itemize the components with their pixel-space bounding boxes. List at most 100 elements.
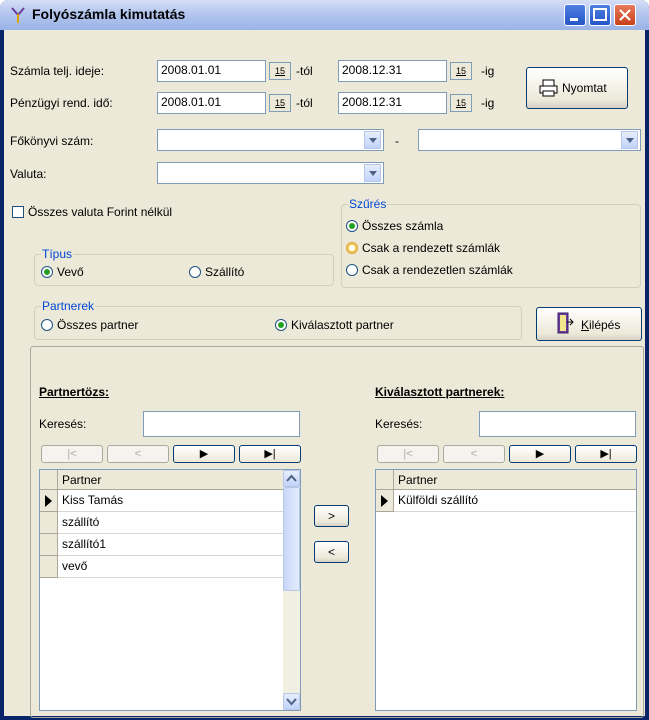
last-icon: ▶|: [264, 448, 276, 460]
filter-settled-radio[interactable]: Csak a rendezett számlák: [346, 241, 500, 255]
grid-header: Partner: [376, 470, 636, 490]
close-button[interactable]: [614, 4, 636, 26]
row-indicator: [376, 490, 394, 512]
partners-group-title: Partnerek: [41, 299, 96, 313]
nav-last-button[interactable]: ▶|: [575, 445, 637, 463]
current-row-icon: [381, 495, 388, 507]
chevron-down-icon[interactable]: [364, 164, 381, 182]
radio-icon: [41, 319, 53, 331]
app-icon: [11, 7, 25, 23]
type-supplier-radio[interactable]: Szállító: [189, 265, 244, 279]
radio-icon: [41, 266, 53, 278]
calendar-icon[interactable]: 15: [450, 94, 472, 112]
current-row-icon: [45, 495, 52, 507]
from-suffix: -tól: [296, 96, 313, 110]
printer-icon: [539, 79, 558, 97]
minimize-button[interactable]: [564, 4, 586, 26]
table-row[interactable]: vevő: [58, 556, 284, 578]
currency-select[interactable]: [157, 162, 384, 184]
nav-first-button[interactable]: |<: [377, 445, 439, 463]
nav-last-button[interactable]: ▶|: [239, 445, 301, 463]
finance-date-label: Pénzügyi rend. idő:: [10, 96, 113, 110]
ledger-separator: -: [395, 134, 399, 148]
partners-all-label: Összes partner: [57, 318, 139, 332]
vertical-scrollbar[interactable]: [283, 470, 300, 710]
first-icon: |<: [403, 448, 413, 460]
radio-icon: [346, 264, 358, 276]
to-suffix: -ig: [481, 64, 495, 78]
table-row[interactable]: Külföldi szállító: [394, 490, 636, 512]
nav-prior-button[interactable]: <: [107, 445, 169, 463]
table-row[interactable]: szállító1: [58, 534, 284, 556]
nav-next-button[interactable]: ▶: [173, 445, 235, 463]
row-indicator: [40, 512, 58, 534]
calendar-icon[interactable]: 15: [269, 94, 291, 112]
chevron-down-icon[interactable]: [621, 131, 638, 149]
calendar-icon[interactable]: 15: [450, 62, 472, 80]
row-indicator: [40, 534, 58, 556]
left-search-label: Keresés:: [39, 417, 87, 431]
column-header-partner: Partner: [398, 473, 438, 487]
calendar-icon[interactable]: 15: [269, 62, 291, 80]
title-bar[interactable]: Folyószámla kimutatás: [0, 0, 649, 30]
nav-first-button[interactable]: |<: [41, 445, 103, 463]
finance-date-from[interactable]: 2008.01.01: [157, 92, 266, 114]
partners-selected-radio[interactable]: Kiválasztott partner: [275, 318, 394, 332]
invoice-date-label: Számla telj. ideje:: [10, 64, 105, 78]
print-button[interactable]: Nyomtat: [526, 67, 628, 109]
app-window: Folyószámla kimutatás Számla telj. ideje…: [0, 0, 649, 720]
chevron-down-icon[interactable]: [364, 131, 381, 149]
first-icon: |<: [67, 448, 77, 460]
right-partner-grid[interactable]: Partner Külföldi szállító: [375, 469, 637, 711]
invoice-date-to[interactable]: 2008.12.31: [338, 60, 447, 82]
maximize-icon: [593, 8, 607, 21]
checkbox-box[interactable]: [12, 206, 24, 218]
type-customer-label: Vevő: [57, 265, 84, 279]
table-row[interactable]: szállító: [58, 512, 284, 534]
right-list-title: Kiválasztott partnerek:: [375, 385, 505, 399]
filter-group: Szűrés Összes számla Csak a rendezett sz…: [341, 197, 641, 288]
radio-icon: [346, 242, 358, 254]
grid-header: Partner: [40, 470, 284, 490]
invoice-date-from[interactable]: 2008.01.01: [157, 60, 266, 82]
window-title: Folyószámla kimutatás: [32, 6, 186, 22]
type-customer-radio[interactable]: Vevő: [41, 265, 84, 279]
filter-unsettled-radio[interactable]: Csak a rendezetlen számlák: [346, 263, 513, 277]
to-suffix: -ig: [481, 96, 495, 110]
next-icon: ▶: [535, 448, 545, 460]
radio-icon: [275, 319, 287, 331]
grid-corner: [376, 470, 394, 490]
all-currency-checkbox[interactable]: Összes valuta Forint nélkül: [12, 205, 172, 219]
table-row[interactable]: Kiss Tamás: [58, 490, 284, 512]
left-list-title: Partnertözs:: [39, 385, 110, 399]
nav-next-button[interactable]: ▶: [509, 445, 571, 463]
ledger-to-select[interactable]: [418, 129, 641, 151]
scroll-down-icon[interactable]: [283, 693, 300, 710]
exit-icon: [557, 312, 574, 334]
type-group: Típus Vevő Szállító: [34, 247, 334, 286]
exit-button[interactable]: Kilépés: [536, 307, 642, 341]
scroll-thumb[interactable]: [283, 487, 300, 591]
remove-partner-button[interactable]: <: [314, 541, 349, 563]
left-search-input[interactable]: [143, 411, 300, 437]
last-icon: ▶|: [600, 448, 612, 460]
scroll-up-icon[interactable]: [283, 470, 300, 487]
nav-prior-button[interactable]: <: [443, 445, 505, 463]
ledger-from-select[interactable]: [157, 129, 384, 151]
ledger-label: Főkönyvi szám:: [10, 134, 94, 148]
maximize-button[interactable]: [589, 4, 611, 26]
filter-all-radio[interactable]: Összes számla: [346, 219, 443, 233]
prior-icon: <: [470, 448, 478, 460]
partners-group: Partnerek Összes partner Kiválasztott pa…: [34, 299, 522, 340]
radio-icon: [346, 220, 358, 232]
type-supplier-label: Szállító: [205, 265, 245, 279]
add-partner-button[interactable]: >: [314, 505, 349, 527]
partners-all-radio[interactable]: Összes partner: [41, 318, 138, 332]
finance-date-to[interactable]: 2008.12.31: [338, 92, 447, 114]
row-indicator: [40, 490, 58, 512]
left-partner-grid[interactable]: Partner Kiss Tamás szállító szállító1 ve…: [39, 469, 301, 711]
right-search-input[interactable]: [479, 411, 636, 437]
filter-unsettled-label: Csak a rendezetlen számlák: [362, 263, 513, 277]
filter-settled-label: Csak a rendezett számlák: [362, 241, 501, 255]
filter-all-label: Összes számla: [362, 219, 444, 233]
